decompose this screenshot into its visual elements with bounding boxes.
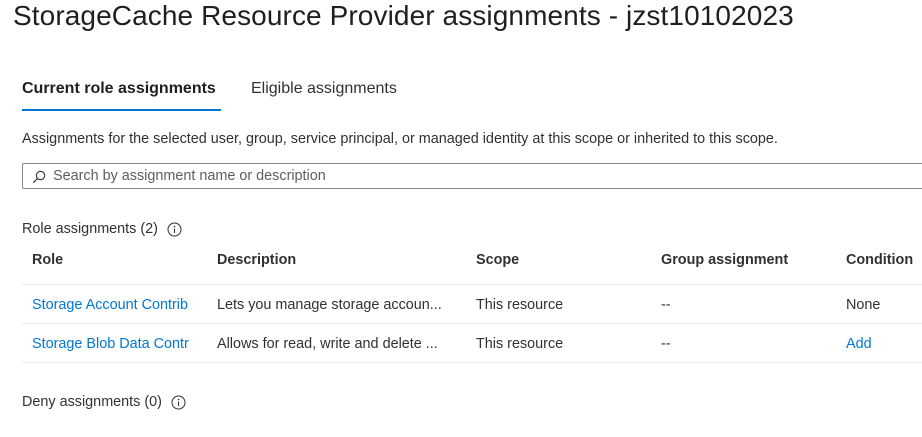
scope-description: Assignments for the selected user, group…	[22, 131, 778, 147]
table-bottom-divider	[22, 362, 922, 363]
role-description: Allows for read, write and delete ...	[217, 336, 438, 352]
group-assignment-value: --	[661, 297, 671, 313]
deny-assignments-label: Deny assignments (0)	[22, 394, 162, 410]
role-scope: This resource	[476, 336, 564, 352]
column-header-scope[interactable]: Scope	[476, 252, 651, 268]
search-box[interactable]	[22, 163, 922, 189]
search-input[interactable]	[53, 166, 913, 186]
page-title: StorageCache Resource Provider assignmen…	[13, 0, 794, 31]
table-row: Storage Account Contrib Lets you manage …	[22, 284, 922, 324]
group-assignment-value: --	[661, 336, 671, 352]
info-icon[interactable]	[171, 395, 186, 410]
condition-value: None	[846, 297, 881, 313]
column-header-role[interactable]: Role	[32, 252, 217, 268]
search-icon	[31, 169, 47, 185]
tab-current-role-assignments[interactable]: Current role assignments	[22, 80, 216, 98]
column-header-group-assignment[interactable]: Group assignment	[661, 252, 831, 268]
column-header-description[interactable]: Description	[217, 252, 469, 268]
selected-tab-indicator	[22, 109, 221, 111]
role-link[interactable]: Storage Account Contrib	[32, 297, 217, 313]
deny-assignments-heading: Deny assignments (0)	[22, 394, 186, 410]
role-assignments-heading: Role assignments (2)	[22, 221, 182, 237]
add-condition-link[interactable]: Add	[846, 336, 922, 352]
role-scope: This resource	[476, 297, 564, 313]
info-icon[interactable]	[167, 222, 182, 237]
role-link[interactable]: Storage Blob Data Contr	[32, 336, 217, 352]
tab-eligible-assignments[interactable]: Eligible assignments	[251, 80, 397, 98]
role-description: Lets you manage storage accoun...	[217, 297, 442, 313]
role-assignments-header: Role Description Scope Group assignment …	[22, 252, 922, 282]
role-assignments-label: Role assignments (2)	[22, 221, 158, 237]
column-header-condition[interactable]: Condition	[846, 252, 922, 268]
table-row: Storage Blob Data Contr Allows for read,…	[22, 323, 922, 363]
